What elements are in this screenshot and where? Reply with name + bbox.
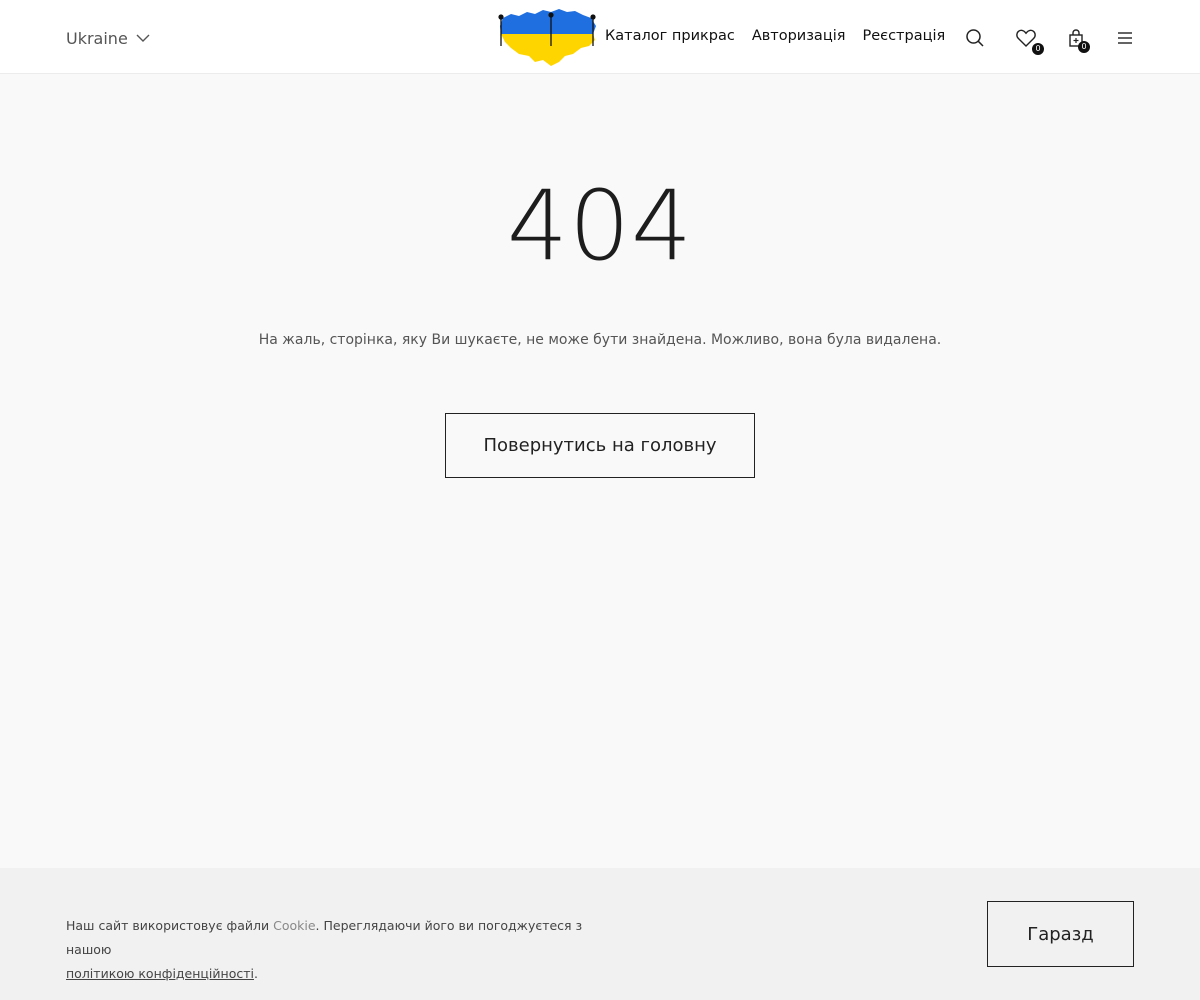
search-button[interactable] — [963, 26, 987, 50]
cart-count-badge: 0 — [1078, 41, 1090, 53]
privacy-policy-link[interactable]: політикою конфіденційності — [66, 966, 254, 981]
error-message: На жаль, сторінка, яку Ви шукаєте, не мо… — [258, 332, 942, 348]
wishlist-button[interactable]: 0 — [1014, 26, 1044, 55]
nav-login-link[interactable]: Авторизація — [752, 28, 846, 44]
site-header: Ukraine Каталог прикрас Авторизація Реєс… — [0, 0, 1200, 74]
cookie-link[interactable]: Cookie — [273, 918, 315, 933]
country-selector[interactable]: Ukraine — [66, 26, 150, 50]
country-label: Ukraine — [66, 28, 128, 48]
hamburger-menu-icon — [1118, 32, 1132, 44]
back-to-home-button[interactable]: Повернутись на головну — [445, 413, 755, 478]
cart-button[interactable]: 0 — [1064, 26, 1090, 53]
main-nav: Каталог прикрас Авторизація Реєстрація — [605, 28, 945, 44]
search-icon — [966, 29, 984, 47]
wishlist-count-badge: 0 — [1032, 43, 1044, 55]
error-code: 404 — [506, 170, 694, 282]
ukraine-map-logo — [498, 9, 596, 66]
chevron-down-icon — [136, 34, 150, 42]
menu-button[interactable] — [1113, 26, 1137, 50]
cookie-accept-button[interactable]: Гаразд — [987, 901, 1134, 967]
cookie-consent-bar: Наш сайт використовує файли Cookie. Пере… — [0, 868, 1200, 1000]
cookie-text-period: . — [253, 966, 258, 981]
site-logo[interactable] — [497, 6, 601, 68]
cookie-text-start: Наш сайт використовує файли — [66, 918, 274, 933]
nav-catalog-link[interactable]: Каталог прикрас — [605, 28, 735, 44]
nav-register-link[interactable]: Реєстрація — [862, 28, 945, 44]
cookie-notice-text: Наш сайт використовує файли Cookie. Пере… — [66, 914, 626, 986]
